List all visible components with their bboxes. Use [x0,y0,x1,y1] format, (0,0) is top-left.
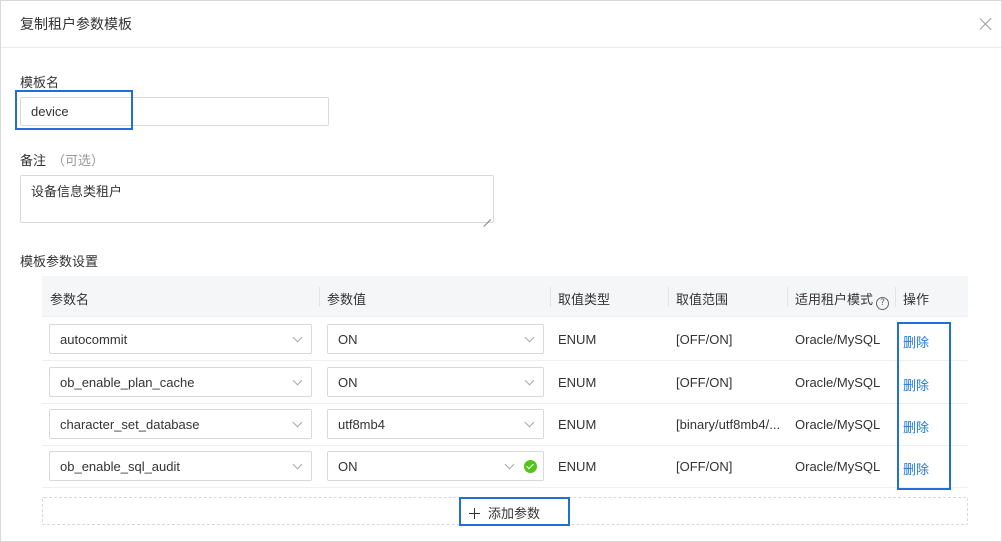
value-range-cell: [OFF/ON] [676,332,733,347]
param-name-value: character_set_database [60,417,200,432]
column-divider [668,287,669,307]
value-type-cell: ENUM [558,417,597,432]
param-value-select[interactable]: ON [327,324,544,354]
params-table-header: 参数名 参数值 取值类型 取值范围 适用租户模式? 操作 [42,276,968,317]
plus-icon [469,508,480,519]
chevron-down-icon [524,417,535,428]
param-name-value: ob_enable_plan_cache [60,375,195,390]
tenant-mode-label: 适用租户模式 [795,292,874,307]
column-divider [787,287,788,307]
delete-link[interactable]: 删除 [903,417,929,436]
column-divider [895,287,896,307]
column-header-value-type: 取值类型 [558,292,611,307]
chevron-down-icon [292,332,303,343]
tenant-mode-cell: Oracle/MySQL [795,459,881,474]
table-row: ob_enable_plan_cache ON ENUM [OFF/ON] Or… [42,361,968,404]
param-value-value: utf8mb4 [338,417,385,432]
param-name-value: ob_enable_sql_audit [60,459,180,474]
delete-link[interactable]: 删除 [903,375,929,394]
chevron-down-icon [292,459,303,470]
column-header-value-range: 取值范围 [676,292,729,307]
chevron-down-icon [504,459,515,470]
dialog-title: 复制租户参数模板 [20,16,132,32]
delete-link[interactable]: 删除 [903,459,929,478]
param-value-select[interactable]: ON [327,367,544,397]
param-value-value: ON [338,459,358,474]
params-section-label: 模板参数设置 [20,254,99,269]
param-name-select[interactable]: ob_enable_plan_cache [49,367,312,397]
chevron-down-icon [524,375,535,386]
remark-text: 设备信息类租户 [31,184,123,199]
chevron-down-icon [292,375,303,386]
column-header-param-value: 参数值 [327,292,367,307]
remark-textarea[interactable]: 设备信息类租户 [20,175,494,223]
param-name-select[interactable]: ob_enable_sql_audit [49,451,312,481]
close-icon[interactable] [977,15,995,33]
question-circle-icon[interactable]: ? [876,297,890,310]
value-range-cell: [binary/utf8mb4/... [676,417,781,432]
column-header-param-name: 参数名 [50,292,90,307]
param-value-value: ON [338,332,358,347]
resize-handle-icon[interactable] [483,212,491,220]
value-type-cell: ENUM [558,459,597,474]
dialog-header: 复制租户参数模板 [1,1,1001,48]
param-value-select[interactable]: utf8mb4 [327,409,544,439]
table-row: autocommit ON ENUM [OFF/ON] Oracle/MySQL… [42,318,968,361]
copy-template-dialog: 复制租户参数模板 模板名 备注 （可选） 设备信息类租户 模板参数设置 参数名 参… [0,0,1002,542]
value-range-cell: [OFF/ON] [676,459,733,474]
column-divider [550,287,551,307]
column-divider [319,287,320,307]
delete-link[interactable]: 删除 [903,332,929,351]
column-header-actions: 操作 [903,292,930,307]
tenant-mode-cell: Oracle/MySQL [795,332,881,347]
add-param-label: 添加参数 [488,506,541,521]
tenant-mode-cell: Oracle/MySQL [795,375,881,390]
check-circle-icon [524,460,537,473]
value-range-cell: [OFF/ON] [676,375,733,390]
value-type-cell: ENUM [558,332,597,347]
param-name-select[interactable]: character_set_database [49,409,312,439]
chevron-down-icon [292,417,303,428]
template-name-label: 模板名 [20,75,60,90]
remark-label-text: 备注 [20,153,47,168]
optional-hint: （可选） [52,153,105,168]
column-header-tenant-mode: 适用租户模式? [795,289,890,310]
table-row: ob_enable_sql_audit ON ENUM [OFF/ON] Ora… [42,445,968,488]
remark-label: 备注 （可选） [20,150,104,169]
table-row: character_set_database utf8mb4 ENUM [bin… [42,403,968,446]
param-value-select[interactable]: ON [327,451,544,481]
add-param-button[interactable]: 添加参数 [469,503,540,522]
tenant-mode-cell: Oracle/MySQL [795,417,881,432]
chevron-down-icon [524,332,535,343]
param-name-select[interactable]: autocommit [49,324,312,354]
param-name-value: autocommit [60,332,128,347]
template-name-input[interactable] [20,97,329,126]
value-type-cell: ENUM [558,375,597,390]
param-value-value: ON [338,375,358,390]
